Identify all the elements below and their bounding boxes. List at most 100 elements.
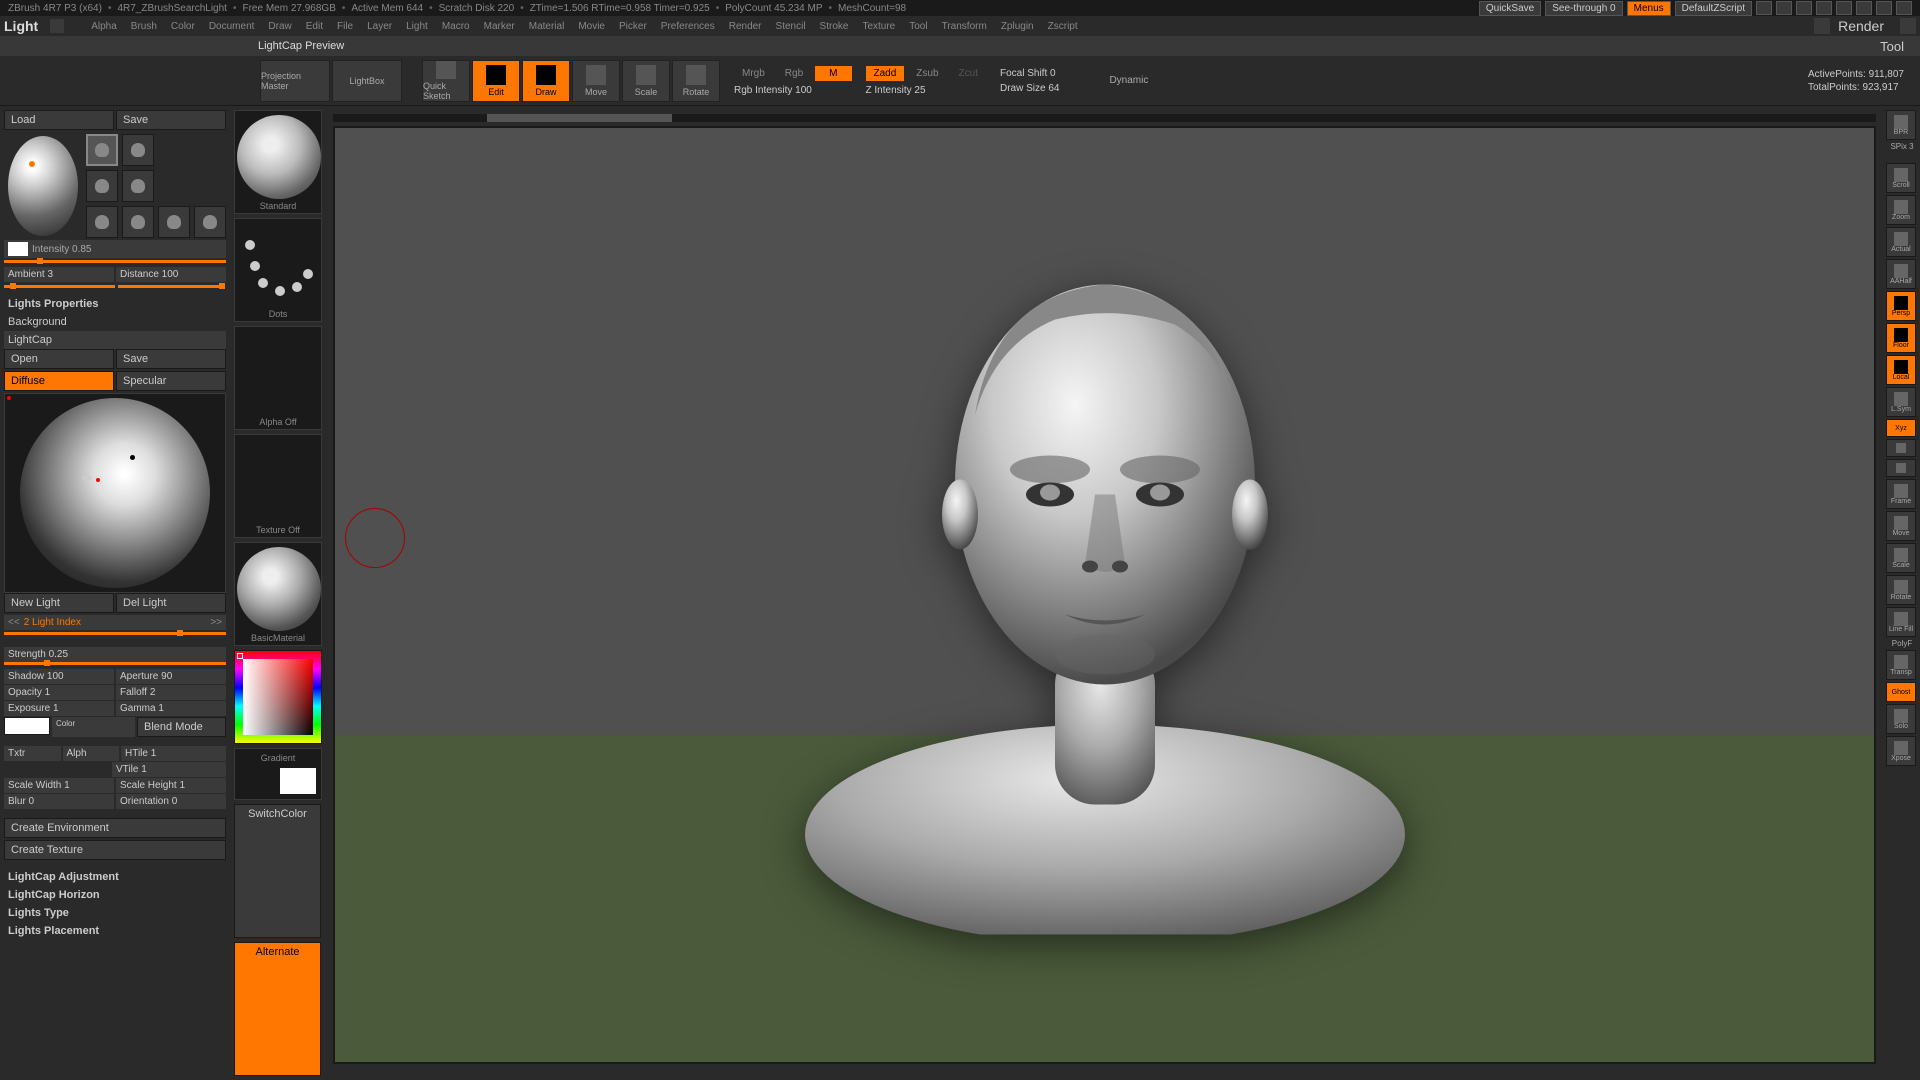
linefill-button[interactable]: Line Fill [1886,607,1916,637]
window-icon-2[interactable] [1776,1,1792,15]
render-panel-label[interactable]: Render [1838,18,1884,34]
menu-color[interactable]: Color [164,21,202,32]
projection-master-button[interactable]: Projection Master [260,60,330,102]
menu-picker[interactable]: Picker [612,21,654,32]
lightbox-button[interactable]: LightBox [332,60,402,102]
menu-zplugin[interactable]: Zplugin [994,21,1041,32]
gradient-white[interactable] [279,767,317,795]
falloff-slider[interactable]: Falloff 2 [116,685,226,700]
intensity-slider[interactable]: Intensity 0.85 [4,240,226,258]
tool-panel-label[interactable]: Tool [1880,39,1904,54]
local-button[interactable]: Local [1886,355,1916,385]
blend-mode-button[interactable]: Blend Mode [137,717,226,737]
light-5[interactable] [86,206,118,238]
persp-button[interactable]: Persp [1886,291,1916,321]
menus-button[interactable]: Menus [1627,1,1671,16]
render-reload-icon[interactable] [1900,18,1916,34]
htile-slider[interactable]: HTile 1 [121,746,226,761]
edit-button[interactable]: Edit [472,60,520,102]
menu-marker[interactable]: Marker [477,21,522,32]
lightcap-header[interactable]: LightCap [4,331,226,349]
lightcap-horizon-header[interactable]: LightCap Horizon [4,886,226,904]
scroll-button[interactable]: Scroll [1886,163,1916,193]
solo-button[interactable]: Solo [1886,704,1916,734]
menu-movie[interactable]: Movie [571,21,612,32]
load-button[interactable]: Load [4,110,114,130]
light-1[interactable] [86,134,118,166]
draw-size-slider[interactable]: Draw Size 64 [1000,83,1059,94]
orientation-slider[interactable]: Orientation 0 [116,794,226,809]
dynamic-button[interactable]: Dynamic [1101,73,1156,88]
quicksketch-button[interactable]: Quick Sketch [422,60,470,102]
menu-alpha[interactable]: Alpha [84,21,124,32]
color-swatch[interactable] [4,717,50,735]
menu-render[interactable]: Render [722,21,769,32]
opacity-slider[interactable]: Opacity 1 [4,685,114,700]
window-icon-3[interactable] [1796,1,1812,15]
light-8[interactable] [194,206,226,238]
material-thumb[interactable]: BasicMaterial [234,542,322,646]
light-2[interactable] [122,134,154,166]
xyz-button[interactable]: Xyz [1886,419,1916,437]
light-direction-sphere[interactable] [8,136,78,236]
rotate-button[interactable]: Rotate [672,60,720,102]
move-button[interactable]: Move [572,60,620,102]
menu-tool[interactable]: Tool [902,21,934,32]
light-3[interactable] [86,170,118,202]
z-intensity-slider[interactable]: Z Intensity 25 [866,85,986,96]
light-7[interactable] [158,206,190,238]
aperture-slider[interactable]: Aperture 90 [116,669,226,684]
scale-button[interactable]: Scale [622,60,670,102]
seethrough-slider[interactable]: See-through 0 [1545,1,1622,16]
vtile-slider[interactable]: VTile 1 [112,762,226,777]
draw-button[interactable]: Draw [522,60,570,102]
lights-placement-header[interactable]: Lights Placement [4,922,226,940]
diffuse-button[interactable]: Diffuse [4,371,114,391]
menu-texture[interactable]: Texture [855,21,902,32]
del-light-button[interactable]: Del Light [116,593,226,613]
save-button[interactable]: Save [116,110,226,130]
zoom-button[interactable]: Zoom [1886,195,1916,225]
close-icon[interactable] [1896,1,1912,15]
light-6[interactable] [122,206,154,238]
ambient-slider[interactable]: Ambient 3 [4,267,114,282]
scale-width-slider[interactable]: Scale Width 1 [4,778,114,793]
lightcap-sphere[interactable] [20,398,210,588]
window-icon-4[interactable] [1816,1,1832,15]
transp-button[interactable]: Transp [1886,650,1916,680]
rgb-button[interactable]: Rgb [777,66,811,81]
texture-thumb[interactable]: Texture Off [234,434,322,538]
light-index-slider[interactable]: << 2 Light Index >> [4,615,226,630]
alpha-thumb[interactable]: Alpha Off [234,326,322,430]
zadd-button[interactable]: Zadd [866,66,905,81]
right-scale-button[interactable]: Scale [1886,543,1916,573]
gamma-slider[interactable]: Gamma 1 [116,701,226,716]
viewport[interactable] [333,126,1876,1064]
canvas-scrollbar[interactable] [333,114,1876,122]
specular-button[interactable]: Specular [116,371,226,391]
menu-light[interactable]: Light [399,21,435,32]
create-texture-button[interactable]: Create Texture [4,840,226,860]
menu-file[interactable]: File [330,21,360,32]
right-move-button[interactable]: Move [1886,511,1916,541]
create-environment-button[interactable]: Create Environment [4,818,226,838]
right-rotate-button[interactable]: Rotate [1886,575,1916,605]
rgb-intensity-slider[interactable]: Rgb Intensity 100 [734,85,852,96]
brush-thumb[interactable]: Standard [234,110,322,214]
menu-macro[interactable]: Macro [435,21,477,32]
scale-height-slider[interactable]: Scale Height 1 [116,778,226,793]
aahalf-button[interactable]: AAHalf [1886,259,1916,289]
menu-edit[interactable]: Edit [299,21,330,32]
menu-stencil[interactable]: Stencil [769,21,813,32]
xpose-button[interactable]: Xpose [1886,736,1916,766]
blur-slider[interactable]: Blur 0 [4,794,114,809]
menu-zscript[interactable]: Zscript [1041,21,1085,32]
open-button[interactable]: Open [4,349,114,369]
lights-properties-header[interactable]: Lights Properties [4,295,226,313]
lights-type-header[interactable]: Lights Type [4,904,226,922]
stroke-thumb[interactable]: Dots [234,218,322,322]
pf2-button[interactable] [1886,459,1916,477]
render-pin-icon[interactable] [1814,18,1830,34]
bpr-button[interactable]: BPR [1886,110,1916,140]
actual-button[interactable]: Actual [1886,227,1916,257]
